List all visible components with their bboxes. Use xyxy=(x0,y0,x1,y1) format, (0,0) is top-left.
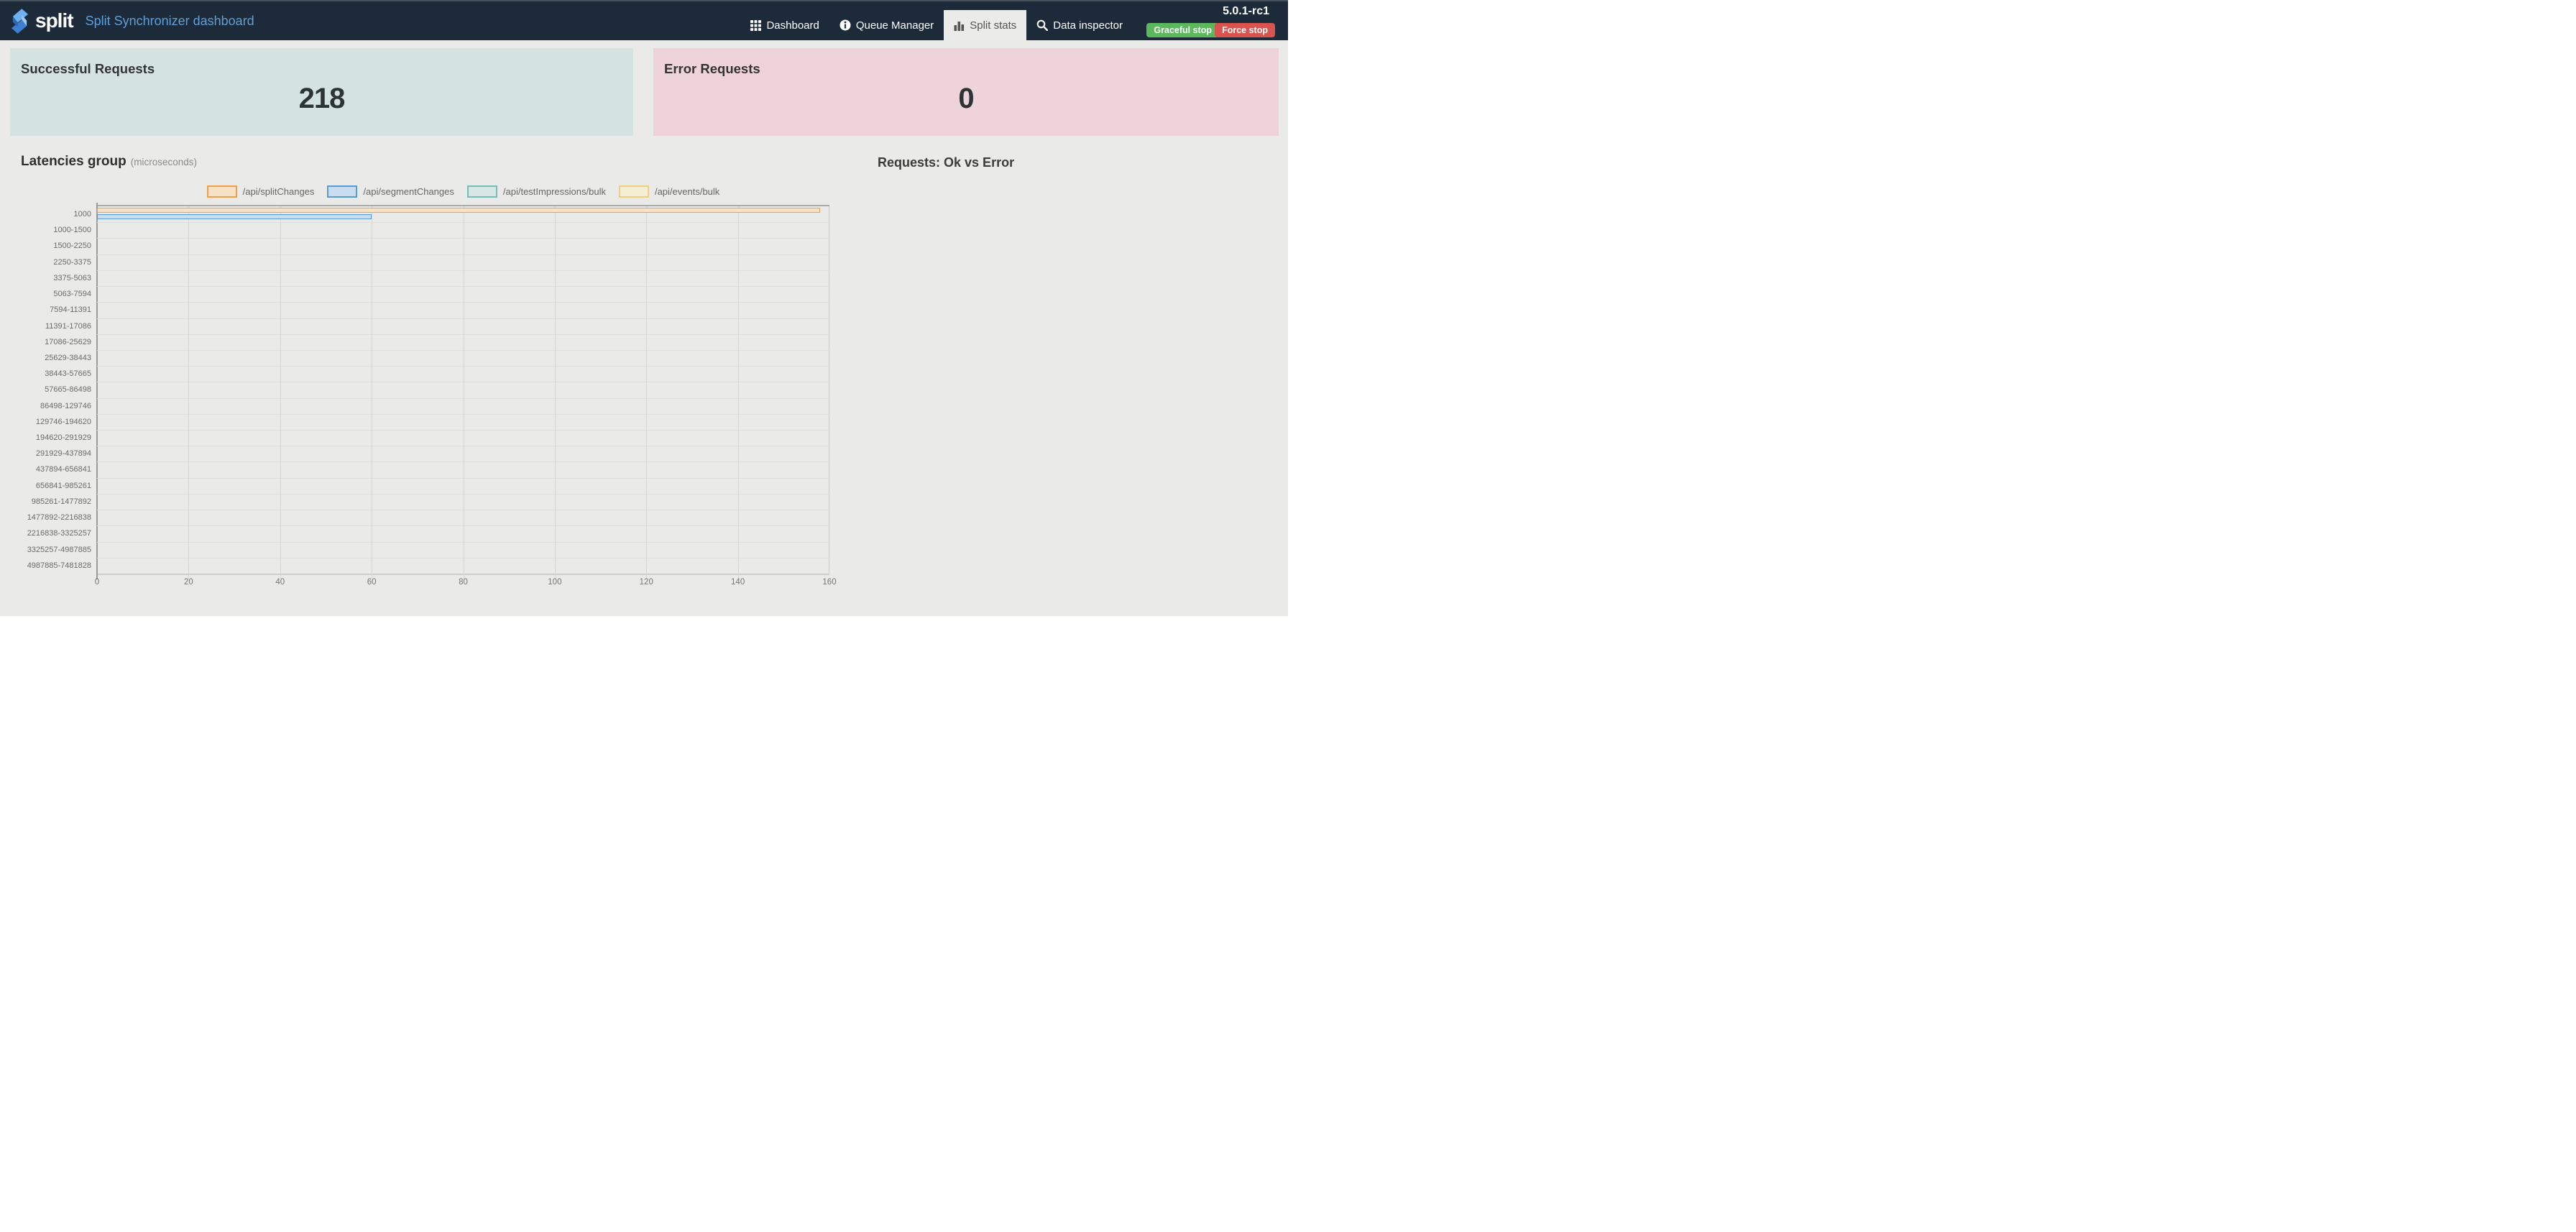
vertical-gridline xyxy=(280,206,281,579)
y-axis-label: 1000-1500 xyxy=(0,222,91,238)
y-axis-label: 4987885-7481828 xyxy=(0,558,91,574)
y-axis-label: 86498-129746 xyxy=(0,398,91,414)
latencies-group-units: (microseconds) xyxy=(131,157,197,167)
latency-bar xyxy=(97,208,820,213)
vertical-gridline xyxy=(188,206,189,579)
legend-item-split-changes: /api/splitChanges xyxy=(207,185,315,198)
successful-requests-card: Successful Requests 218 xyxy=(10,48,633,136)
x-axis-label: 60 xyxy=(367,578,377,587)
vertical-gridline xyxy=(555,206,556,579)
x-axis-label: 20 xyxy=(184,578,193,587)
error-requests-title: Error Requests xyxy=(664,61,1279,77)
nav-item-label: Data inspector xyxy=(1053,19,1123,32)
y-axis-label: 194620-291929 xyxy=(0,430,91,446)
split-synchronizer-dashboard: split Split Synchronizer dashboard Dashb… xyxy=(0,0,1288,616)
legend-item-test-impressions: /api/testImpressions/bulk xyxy=(467,185,606,198)
latency-chart-x-axis: 020406080100120140160 xyxy=(97,578,829,589)
vertical-gridline xyxy=(646,206,647,579)
top-navbar: split Split Synchronizer dashboard Dashb… xyxy=(0,0,1288,40)
legend-swatch xyxy=(619,185,649,198)
force-stop-button[interactable]: Force stop xyxy=(1215,23,1275,37)
graceful-stop-button[interactable]: Graceful stop xyxy=(1146,23,1219,37)
legend-label: /api/events/bulk xyxy=(655,186,719,197)
legend-label: /api/segmentChanges xyxy=(363,186,454,197)
nav-item-queue-manager[interactable]: Queue Manager xyxy=(829,10,944,40)
y-axis-label: 3375-5063 xyxy=(0,270,91,286)
y-axis-label: 1477892-2216838 xyxy=(0,510,91,525)
nav-item-label: Queue Manager xyxy=(856,19,934,32)
chart-y-axis-line xyxy=(96,203,98,579)
x-axis-label: 140 xyxy=(731,578,745,587)
grid-icon xyxy=(750,20,761,31)
legend-label: /api/splitChanges xyxy=(243,186,315,197)
vertical-gridline xyxy=(738,206,739,579)
y-axis-label: 1000 xyxy=(0,206,91,222)
y-axis-label: 437894-656841 xyxy=(0,461,91,477)
latency-chart-plot xyxy=(97,206,829,574)
y-axis-label: 11391-17086 xyxy=(0,318,91,334)
y-axis-label: 17086-25629 xyxy=(0,334,91,350)
y-axis-label: 985261-1477892 xyxy=(0,494,91,510)
nav-item-label: Dashboard xyxy=(766,19,819,32)
y-axis-label: 129746-194620 xyxy=(0,414,91,430)
successful-requests-value: 218 xyxy=(10,83,633,115)
search-icon xyxy=(1036,19,1048,31)
requests-ok-vs-error-heading: Requests: Ok vs Error xyxy=(878,155,1014,170)
nav-menu: Dashboard Queue Manager xyxy=(740,1,1133,40)
legend-swatch xyxy=(327,185,357,198)
x-axis-label: 0 xyxy=(95,578,99,587)
y-axis-label: 25629-38443 xyxy=(0,350,91,366)
bar-chart-icon xyxy=(954,20,965,31)
nav-item-data-inspector[interactable]: Data inspector xyxy=(1026,10,1133,40)
y-axis-label: 3325257-4987885 xyxy=(0,542,91,558)
nav-item-dashboard[interactable]: Dashboard xyxy=(740,10,829,40)
latencies-group-heading: Latencies group (microseconds) xyxy=(21,154,197,170)
error-requests-value: 0 xyxy=(653,83,1279,115)
chart-legend: /api/splitChanges /api/segmentChanges /a… xyxy=(97,185,829,198)
y-axis-label: 38443-57665 xyxy=(0,366,91,382)
legend-label: /api/testImpressions/bulk xyxy=(503,186,606,197)
x-axis-label: 120 xyxy=(640,578,653,587)
successful-requests-title: Successful Requests xyxy=(21,61,633,77)
version-label: 5.0.1-rc1 xyxy=(1223,5,1269,18)
x-axis-label: 80 xyxy=(459,578,468,587)
legend-swatch xyxy=(467,185,497,198)
y-axis-label: 2216838-3325257 xyxy=(0,525,91,541)
error-requests-card: Error Requests 0 xyxy=(653,48,1279,136)
latencies-group-title-text: Latencies group xyxy=(21,154,126,169)
y-axis-label: 1500-2250 xyxy=(0,238,91,254)
y-axis-label: 57665-86498 xyxy=(0,382,91,397)
y-axis-label: 7594-11391 xyxy=(0,302,91,318)
y-axis-label: 5063-7594 xyxy=(0,286,91,302)
y-axis-label: 291929-437894 xyxy=(0,446,91,461)
brand-area: split Split Synchronizer dashboard xyxy=(11,1,254,40)
brand-name: split xyxy=(35,9,73,32)
x-axis-label: 100 xyxy=(548,578,561,587)
info-icon xyxy=(840,19,851,31)
legend-item-segment-changes: /api/segmentChanges xyxy=(327,185,454,198)
latency-bar xyxy=(97,214,372,220)
split-logo-icon xyxy=(11,9,29,34)
nav-item-label: Split stats xyxy=(970,19,1016,32)
y-axis-label: 2250-3375 xyxy=(0,254,91,270)
y-axis-label: 656841-985261 xyxy=(0,478,91,494)
x-axis-label: 160 xyxy=(822,578,836,587)
nav-item-split-stats[interactable]: Split stats xyxy=(944,10,1026,40)
page-title: Split Synchronizer dashboard xyxy=(86,14,254,29)
legend-swatch xyxy=(207,185,237,198)
legend-item-events-bulk: /api/events/bulk xyxy=(619,185,719,198)
x-axis-label: 40 xyxy=(275,578,285,587)
